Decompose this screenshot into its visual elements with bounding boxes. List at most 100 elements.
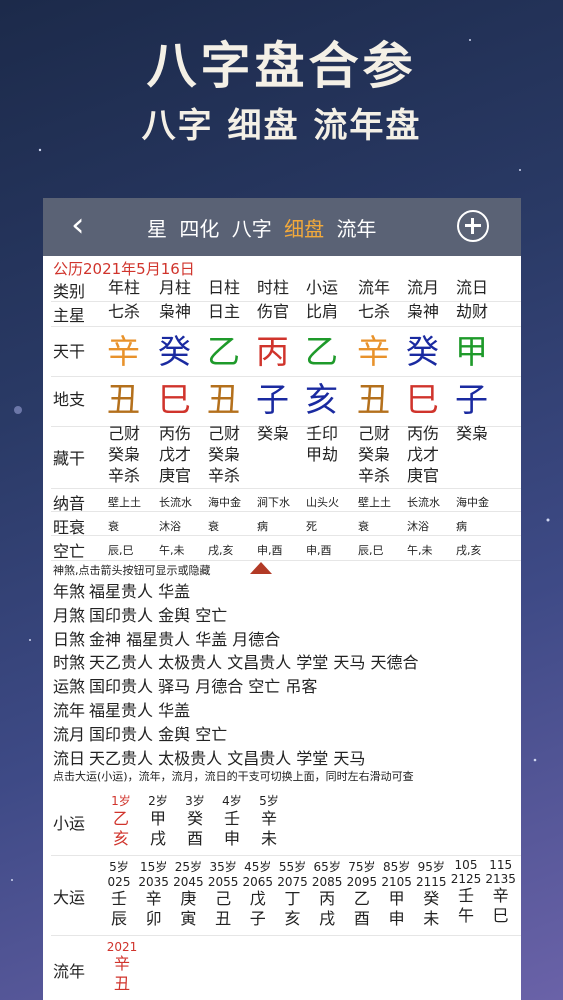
xiaoyun-column[interactable]: 4岁壬申 bbox=[220, 792, 244, 849]
canggan-cell: 辛杀 bbox=[358, 466, 391, 485]
canggan-cell: 辛杀 bbox=[108, 466, 141, 485]
row-label-type: 类别 bbox=[53, 282, 86, 301]
dayun-year: 2095 bbox=[346, 875, 378, 889]
dayun-zhi: 卯 bbox=[145, 909, 162, 928]
dayun-column[interactable]: 85岁 2105 甲申 bbox=[381, 858, 413, 929]
dayun-age: 75岁 bbox=[348, 860, 376, 874]
shensha-label: 日煞 bbox=[53, 629, 86, 649]
dayun-year: 2045 bbox=[173, 875, 204, 889]
column-header: 时柱 bbox=[257, 278, 290, 297]
dayun-zhi: 午 bbox=[457, 906, 474, 925]
grid-line bbox=[51, 488, 521, 489]
dizhi-cell[interactable]: 巳 bbox=[406, 382, 439, 418]
dayun-year: 2085 bbox=[311, 875, 343, 889]
dizhi-cell[interactable]: 丑 bbox=[357, 382, 390, 418]
canggan-cell: 癸枭 bbox=[358, 445, 391, 464]
tiangan-cell[interactable]: 乙 bbox=[207, 334, 240, 370]
dayun-year: 2075 bbox=[277, 875, 308, 889]
dayun-column[interactable]: 15岁 2035 辛卯 bbox=[138, 858, 170, 929]
dizhi-cell[interactable]: 巳 bbox=[158, 382, 191, 418]
toggle-triangle-icon[interactable] bbox=[250, 562, 272, 574]
dayun-year: 2065 bbox=[242, 875, 274, 889]
shensha-items: 金神 福星贵人 华盖 月德合 bbox=[89, 629, 281, 649]
dayun-age: 85岁 bbox=[382, 860, 411, 874]
shensha-label: 年煞 bbox=[53, 582, 86, 601]
dayun-column[interactable]: 25岁 2045 庚寅 bbox=[172, 858, 204, 929]
xiaoyun-gan: 辛 bbox=[260, 809, 277, 828]
tab-liunian[interactable]: 流年 bbox=[336, 217, 376, 241]
tab-sihua[interactable]: 四化 bbox=[179, 217, 219, 241]
xiaoyun-age: 4岁 bbox=[222, 794, 242, 808]
tiangan-cell[interactable]: 辛 bbox=[357, 334, 390, 370]
tiangan-cell[interactable]: 乙 bbox=[305, 334, 338, 370]
xiaoyun-age: 5岁 bbox=[259, 794, 279, 808]
dayun-gan: 庚 bbox=[180, 889, 197, 908]
chevron-left-icon[interactable]: ‹ bbox=[71, 208, 85, 242]
tiangan-cell[interactable]: 甲 bbox=[455, 334, 488, 370]
nayin-cell: 山头火 bbox=[306, 496, 339, 509]
shensha-label: 月煞 bbox=[53, 605, 86, 625]
wangshuai-cell: 沐浴 bbox=[159, 520, 181, 533]
xiaoyun-column[interactable]: 3岁癸酉 bbox=[183, 792, 207, 849]
tiangan-cell[interactable]: 癸 bbox=[158, 334, 191, 370]
dayun-age: 115 bbox=[489, 858, 513, 872]
dayun-column[interactable]: 55岁 2075 丁亥 bbox=[277, 858, 309, 929]
dayun-zhi: 亥 bbox=[284, 909, 301, 928]
tab-bazi[interactable]: 八字 bbox=[232, 217, 272, 241]
dayun-column[interactable]: 65岁 2085 丙戌 bbox=[311, 858, 343, 929]
liunian-column[interactable]: 2021 辛丑 bbox=[105, 940, 139, 994]
shensha-row: 日煞 金神 福星贵人 华盖 月德合 bbox=[53, 626, 280, 650]
liunian-zhi: 丑 bbox=[113, 974, 130, 993]
main-star: 七杀 bbox=[108, 302, 141, 321]
canggan-cell: 丙伤 bbox=[159, 424, 192, 443]
plus-circle-icon[interactable] bbox=[457, 210, 489, 242]
tab-star[interactable]: 星 bbox=[147, 217, 167, 241]
dayun-column[interactable]: 35岁 2055 己丑 bbox=[207, 858, 239, 929]
dayun-column[interactable]: 45岁 2065 戊子 bbox=[242, 858, 274, 929]
dayun-gan: 壬 bbox=[110, 889, 127, 908]
dayun-gan: 丁 bbox=[284, 889, 301, 908]
dizhi-cell[interactable]: 丑 bbox=[107, 382, 140, 418]
dizhi-cell[interactable]: 子 bbox=[256, 382, 289, 418]
canggan-cell: 癸枭 bbox=[108, 445, 141, 464]
dayun-zhi: 辰 bbox=[110, 909, 127, 928]
dayun-gan: 癸 bbox=[423, 889, 440, 908]
grid-line bbox=[51, 560, 521, 561]
tiangan-cell[interactable]: 辛 bbox=[107, 334, 140, 370]
dayun-column[interactable]: 5岁 025 壬辰 bbox=[103, 858, 135, 929]
nayin-cell: 壁上土 bbox=[108, 496, 141, 509]
dayun-zhi: 丑 bbox=[215, 909, 232, 928]
shensha-label: 流年 bbox=[53, 701, 86, 720]
tiangan-cell[interactable]: 癸 bbox=[406, 334, 439, 370]
dayun-zhi: 未 bbox=[423, 909, 440, 928]
xiaoyun-column[interactable]: 5岁辛未 bbox=[257, 792, 281, 849]
xiaoyun-gan: 壬 bbox=[223, 809, 240, 828]
tab-xipan[interactable]: 细盘 bbox=[284, 217, 324, 241]
nayin-cell: 长流水 bbox=[159, 496, 192, 509]
dayun-zhi: 寅 bbox=[180, 909, 197, 928]
dayun-label: 大运 bbox=[53, 888, 86, 907]
tiangan-cell[interactable]: 丙 bbox=[256, 334, 289, 370]
dayun-zhi: 申 bbox=[388, 909, 405, 928]
dayun-column[interactable]: 105 2125 壬午 bbox=[450, 858, 482, 926]
dayun-year: 2135 bbox=[485, 872, 516, 886]
dayun-column[interactable]: 75岁 2095 乙酉 bbox=[346, 858, 378, 929]
row-label-dizhi: 地支 bbox=[53, 390, 86, 409]
dayun-column[interactable]: 95岁 2115 癸未 bbox=[415, 858, 447, 929]
dizhi-cell[interactable]: 子 bbox=[455, 382, 488, 418]
shensha-row: 时煞 天乙贵人 太极贵人 文昌贵人 学堂 天马 天德合 bbox=[53, 649, 418, 673]
shensha-items: 国印贵人 金舆 空亡 bbox=[89, 605, 228, 625]
shensha-label: 流日 bbox=[53, 748, 86, 768]
dayun-age: 35岁 bbox=[209, 860, 237, 874]
row-label-kongwang: 空亡 bbox=[53, 542, 86, 561]
dayun-age: 15岁 bbox=[140, 860, 168, 874]
dizhi-cell[interactable]: 丑 bbox=[207, 382, 240, 418]
xiaoyun-age: 3岁 bbox=[185, 794, 205, 808]
grid-line bbox=[51, 511, 521, 512]
dizhi-cell[interactable]: 亥 bbox=[305, 382, 338, 418]
main-star: 劫财 bbox=[456, 302, 489, 321]
dayun-column[interactable]: 115 2135 辛巳 bbox=[485, 858, 517, 926]
xiaoyun-column[interactable]: 2岁甲戌 bbox=[146, 792, 170, 849]
dayun-gan: 戊 bbox=[249, 889, 266, 908]
xiaoyun-column[interactable]: 1岁乙亥 bbox=[109, 792, 133, 849]
